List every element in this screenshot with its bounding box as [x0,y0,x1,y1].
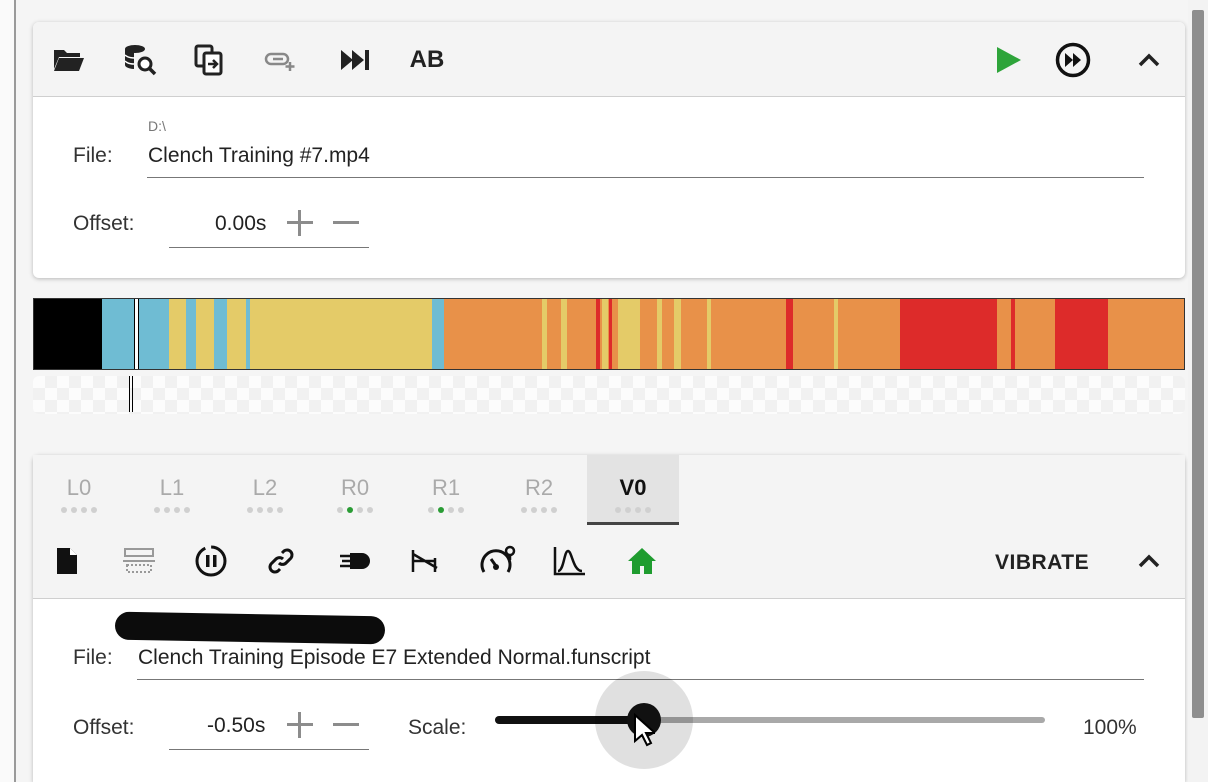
pause-circle-icon[interactable] [193,543,229,579]
heatmap-segment [169,299,434,369]
heatmap-segment [657,299,662,369]
tab-label: R1 [431,475,461,500]
wave-connector-icon[interactable] [407,543,443,579]
funscript-heatmap[interactable] [33,298,1185,370]
heatmap-segment [834,299,838,369]
heatmap-segment [674,299,681,369]
tab-dots [309,507,401,513]
scale-slider[interactable] [495,671,1045,769]
mouse-pointer-icon [634,713,655,747]
tab-dots [400,507,492,513]
timeline-playhead[interactable] [129,376,133,412]
offset-plus-icon[interactable] [285,710,315,740]
script-panel: L0 L1 L2 R0 R1 R2 V0 VIBRATE File: Clenc… [33,455,1185,782]
curve-icon[interactable] [551,543,587,579]
tab-label: V0 [619,475,647,500]
heatmap-segment [596,299,600,369]
tab-L0[interactable]: L0 [33,455,125,525]
video-panel: AB D:\ File: Clench Training #7.mp4 Offs… [33,22,1185,278]
heatmap-segment [609,299,612,369]
skip-next-icon[interactable] [337,42,373,78]
ab-label: AB [409,46,445,73]
collapse-chevron-up-icon[interactable] [1131,42,1167,78]
video-file-name[interactable]: Clench Training #7.mp4 [148,144,370,168]
heatmap-segment [900,299,997,369]
database-search-icon[interactable] [122,42,158,78]
offset-minus-icon[interactable] [331,208,361,238]
offset-field-underline [169,247,369,248]
tab-label: R2 [524,475,554,500]
heatmap-segment [707,299,711,369]
heatmap-segment [542,299,547,369]
axis-tabs: L0 L1 L2 R0 R1 R2 V0 [33,455,1185,525]
tab-R2[interactable]: R2 [493,455,585,525]
offset-field-underline [169,749,369,750]
play-icon[interactable] [991,42,1027,78]
offset-label: Offset: [73,212,135,235]
script-file-name[interactable]: Clench Training Episode E7 Extended Norm… [138,646,650,670]
heatmap-segment [561,299,567,369]
tab-label: L0 [66,475,92,500]
tab-label: R0 [340,475,370,500]
collapse-chevron-up-icon[interactable] [1131,543,1167,579]
tab-L1[interactable]: L1 [126,455,218,525]
mode-label[interactable]: VIBRATE [995,551,1089,575]
tab-dots [587,507,679,513]
tab-R0[interactable]: R0 [309,455,401,525]
heatmap-segment [618,299,640,369]
offset-label: Offset: [73,716,135,739]
file-directory: D:\ [148,118,166,134]
tab-label: L2 [252,475,278,500]
align-icon[interactable] [121,543,157,579]
file-field-underline [147,177,1144,178]
tab-V0[interactable]: V0 [587,455,679,525]
heatmap-segment [602,299,608,369]
window-left-edge [0,0,16,782]
heatmap-segment [1055,299,1108,369]
heatmap-segment [246,299,250,369]
offset-value[interactable]: 0.00s [215,212,266,236]
file-icon[interactable] [49,543,85,579]
file-copy-icon[interactable] [191,42,227,78]
scale-label: Scale: [408,716,467,739]
tab-dots [33,507,125,513]
scrollbar-thumb[interactable] [1192,10,1204,718]
offset-minus-icon[interactable] [331,710,361,740]
file-label: File: [73,646,113,669]
video-toolbar: AB [33,22,1185,97]
heatmap-playhead[interactable] [134,299,139,369]
offset-plus-icon[interactable] [285,208,315,238]
tab-dots [126,507,218,513]
redaction-mark [114,611,386,645]
link-add-icon[interactable] [262,42,298,78]
fast-forward-circle-icon[interactable] [1055,42,1091,78]
heatmap-segment [214,299,227,369]
file-label: File: [73,144,113,167]
heatmap-segment [786,299,793,369]
link-icon[interactable] [263,543,299,579]
scale-value: 100% [1083,716,1137,739]
speedometer-icon[interactable] [480,543,516,579]
tab-L2[interactable]: L2 [219,455,311,525]
tab-R1[interactable]: R1 [400,455,492,525]
ab-loop-button[interactable]: AB [405,42,449,78]
tab-dots [219,507,311,513]
timeline-strip[interactable] [33,376,1185,414]
home-icon[interactable] [624,543,660,579]
tab-label: L1 [159,475,185,500]
heatmap-segment [432,299,444,369]
offset-value[interactable]: -0.50s [207,714,265,738]
folder-open-icon[interactable] [51,42,87,78]
motor-icon[interactable] [336,543,372,579]
heatmap-segment [34,299,102,369]
tab-dots [493,507,585,513]
heatmap-segment [1011,299,1015,369]
heatmap-segment [186,299,196,369]
